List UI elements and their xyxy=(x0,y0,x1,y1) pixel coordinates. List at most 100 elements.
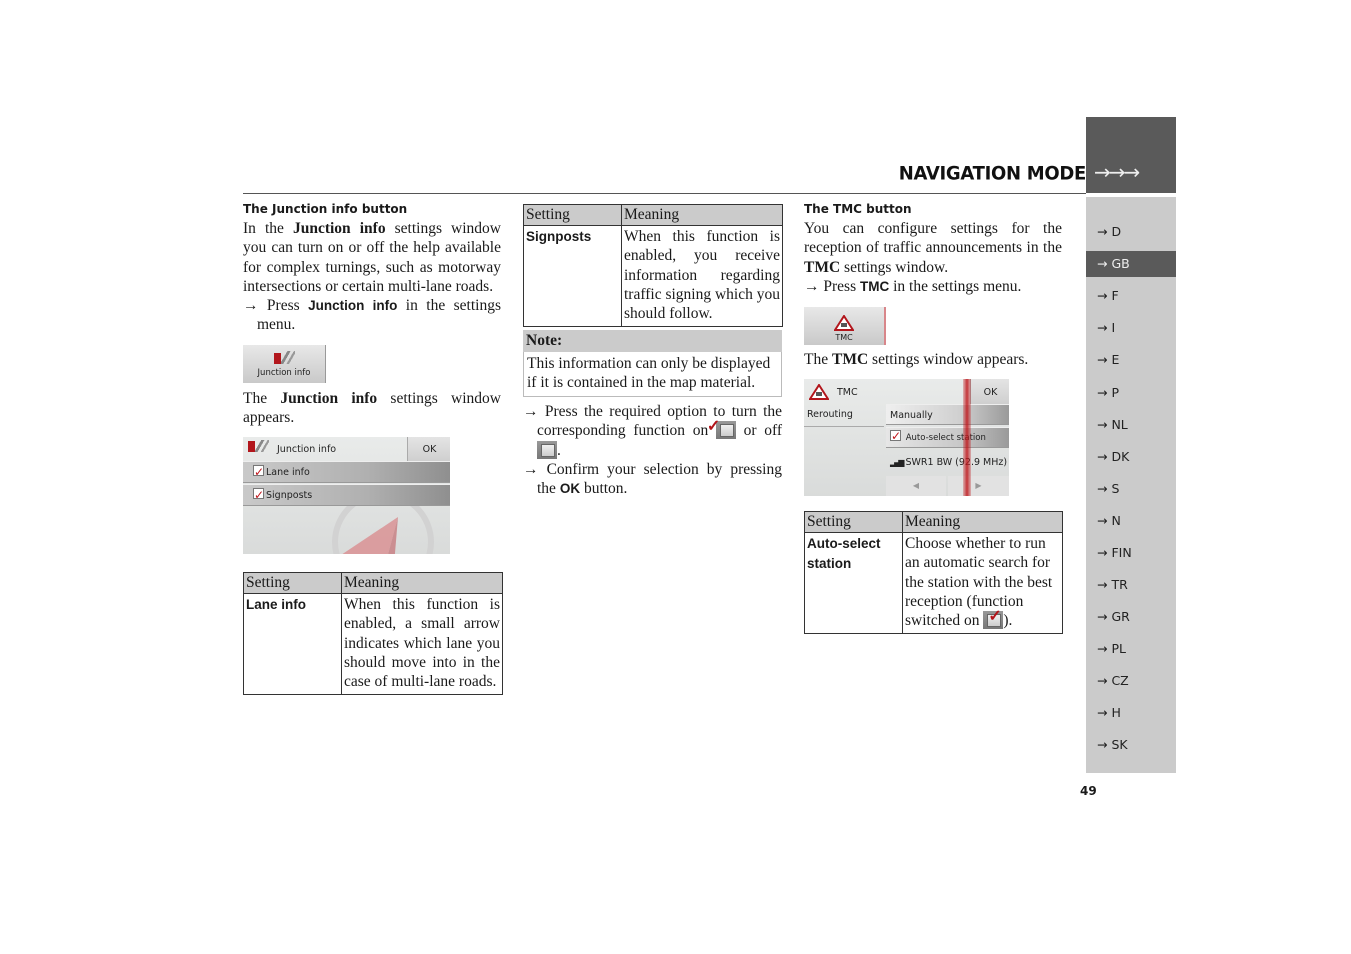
header-meaning: Meaning xyxy=(341,572,503,594)
option-lane-info[interactable]: Lane info xyxy=(243,461,450,483)
meaning-cell: When this function is enabled, you recei… xyxy=(621,224,783,328)
lane-info-table: Setting Meaning Lane info When this func… xyxy=(243,572,503,696)
table-row: Auto-select station Choose whether to ru… xyxy=(804,531,1063,635)
table-header-row: Setting Meaning xyxy=(804,511,1063,533)
arrow-icon: → xyxy=(523,461,539,478)
bold-term: Junction info xyxy=(292,220,386,237)
setting-cell: Auto-select station xyxy=(804,531,903,635)
checkbox-checked-icon[interactable] xyxy=(253,461,264,483)
sidebar-item-lang[interactable]: → E xyxy=(1086,347,1176,373)
text: You can configure settings for the recep… xyxy=(804,220,1062,257)
junction-step: → Press Junction info in the settings me… xyxy=(243,296,501,335)
sidebar-item-lang[interactable]: → I xyxy=(1086,315,1176,341)
sidebar-item-lang[interactable]: → N xyxy=(1086,508,1176,534)
text: in the settings menu. xyxy=(893,278,1022,295)
text: The xyxy=(243,390,281,407)
section-heading-junction-info: The Junction info button xyxy=(243,202,408,216)
next-station-button[interactable]: ▶ xyxy=(948,476,1009,496)
bold-term: OK xyxy=(559,481,581,497)
tmc-appears: The TMC settings window appears. xyxy=(804,350,1062,369)
bold-term: Junction info xyxy=(308,298,398,313)
step-confirm: → Confirm your selection by pressing the… xyxy=(523,460,782,499)
arrow-icon: → xyxy=(523,403,539,420)
traffic-warning-icon xyxy=(833,314,855,331)
table-header-row: Setting Meaning xyxy=(523,204,783,226)
auto-select-station-option[interactable]: Auto-select station xyxy=(886,426,1009,448)
header-setting: Setting xyxy=(523,204,622,226)
note-title: Note: xyxy=(523,330,782,352)
tmc-step: → Press TMC in the settings menu. xyxy=(804,277,1062,296)
checkbox-checked-icon[interactable] xyxy=(253,484,264,506)
signposts-table: Setting Meaning Signposts When this func… xyxy=(523,204,783,328)
setting-cell: Signposts xyxy=(523,224,622,328)
header-setting: Setting xyxy=(243,572,342,594)
header-meaning: Meaning xyxy=(621,204,783,226)
sidebar-item-lang[interactable]: → PL xyxy=(1086,636,1176,662)
text: In the xyxy=(243,220,293,237)
text: Choose whether to run an automatic searc… xyxy=(905,535,1053,630)
checkbox-on-icon: ✓ xyxy=(707,418,736,440)
arrow-icon: → xyxy=(243,297,259,314)
checkbox-on-icon: ✓ xyxy=(983,608,1004,630)
window-title-icon xyxy=(248,441,255,452)
button-label: Junction info xyxy=(257,368,311,378)
text: settings window appears. xyxy=(868,351,1029,368)
station-name: SWR1 BW (92.9 MHz) xyxy=(905,457,1008,468)
bold-term: TMC xyxy=(831,351,869,368)
ok-button[interactable]: OK xyxy=(970,379,1009,404)
sidebar-item-lang[interactable]: → NL xyxy=(1086,412,1176,438)
sidebar-item-lang[interactable]: → GR xyxy=(1086,604,1176,630)
section-heading-tmc: The TMC button xyxy=(804,202,912,216)
junction-info-window-screenshot: Junction info OK Lane info Signposts xyxy=(243,437,450,554)
sidebar-item-lang[interactable]: → GB xyxy=(1086,251,1176,277)
note-box: Note: This information can only be displ… xyxy=(523,330,782,397)
table-header-row: Setting Meaning xyxy=(243,572,503,594)
sidebar-item-lang[interactable]: → P xyxy=(1086,380,1176,406)
option-label: Lane info xyxy=(266,467,310,478)
junction-intro: In the Junction info settings window you… xyxy=(243,219,501,296)
sidebar-item-lang[interactable]: → FIN xyxy=(1086,540,1176,566)
sidebar-item-lang[interactable]: → F xyxy=(1086,283,1176,309)
option-label: Auto-select station xyxy=(905,433,986,443)
table-row: Lane info When this function is enabled,… xyxy=(243,592,503,696)
sidebar-item-lang[interactable]: → D xyxy=(1086,219,1176,245)
sidebar-item-lang[interactable]: → H xyxy=(1086,700,1176,726)
text: or off xyxy=(735,422,782,440)
checkbox-checked-icon[interactable] xyxy=(890,426,901,447)
junction-info-button-image: Junction info xyxy=(243,345,326,383)
ok-button[interactable]: OK xyxy=(407,437,450,461)
header-meaning: Meaning xyxy=(902,511,1063,533)
sidebar-item-lang[interactable]: → TR xyxy=(1086,572,1176,598)
header-rule xyxy=(243,193,1086,194)
setting-cell: Lane info xyxy=(243,592,342,696)
option-signposts[interactable]: Signposts xyxy=(243,484,450,506)
bold-term: TMC xyxy=(859,279,890,294)
red-overlay-bar xyxy=(963,379,971,496)
signal-strength-icon: ▂▄▆ xyxy=(890,458,905,467)
page-number: 49 xyxy=(1080,784,1097,798)
window-title: Junction info xyxy=(277,444,337,455)
sidebar-item-lang[interactable]: → DK xyxy=(1086,444,1176,470)
text: The xyxy=(804,351,832,368)
table-row: Signposts When this function is enabled,… xyxy=(523,224,783,328)
rerouting-underline xyxy=(804,426,884,427)
bold-term: Junction info xyxy=(280,390,378,407)
chapter-arrows-icon: →→→ xyxy=(1094,160,1140,184)
header-setting: Setting xyxy=(804,511,903,533)
tmc-window-screenshot: TMC OK Rerouting Manually Auto-select st… xyxy=(804,379,1009,496)
window-title-icon-lines xyxy=(255,440,269,452)
option-label: Signposts xyxy=(266,490,313,501)
sidebar-item-lang[interactable]: → S xyxy=(1086,476,1176,502)
sidebar-item-lang[interactable]: → CZ xyxy=(1086,668,1176,694)
arrow-icon: → xyxy=(804,278,820,295)
text: . xyxy=(557,441,561,459)
rerouting-select[interactable]: Manually xyxy=(886,404,1009,425)
text: button. xyxy=(580,480,628,498)
button-label: TMC xyxy=(835,333,853,342)
junction-appears: The Junction info settings window appear… xyxy=(243,389,501,428)
tmc-intro: You can configure settings for the recep… xyxy=(804,219,1062,277)
sidebar-item-lang[interactable]: → SK xyxy=(1086,732,1176,758)
bold-term: TMC xyxy=(804,258,841,276)
language-list: → D → GB → F → I → E → P → NL → DK → S → N → FIN → … xyxy=(1086,197,1176,773)
prev-station-button[interactable]: ◀ xyxy=(886,476,946,496)
